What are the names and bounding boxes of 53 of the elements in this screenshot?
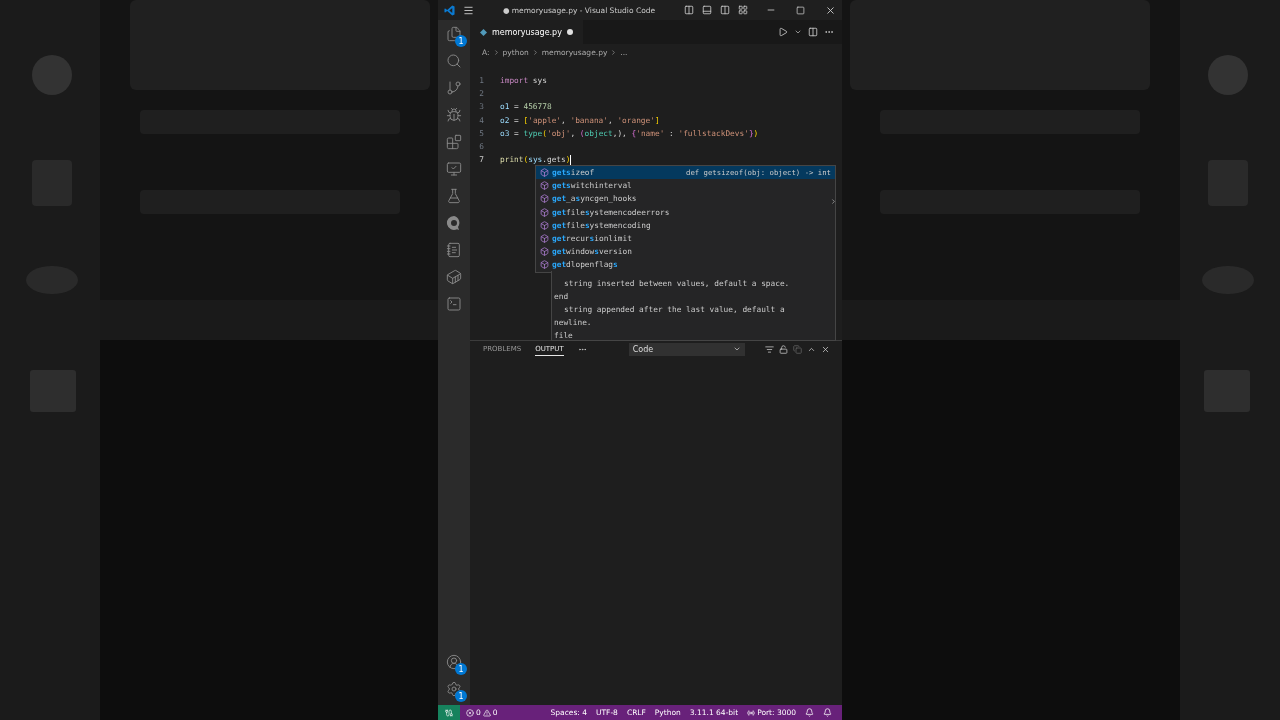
maximize-icon[interactable] [796, 5, 805, 15]
cube-icon [540, 181, 549, 191]
count-badge: 1 [455, 663, 467, 675]
close-icon[interactable] [820, 344, 830, 354]
editor-tab[interactable]: memoryusage.py [470, 20, 583, 44]
account-icon[interactable] [446, 654, 462, 670]
cube-icon [540, 207, 549, 217]
separator-icon [531, 48, 539, 56]
branch-icon[interactable] [446, 80, 462, 96]
error-icon [466, 708, 474, 717]
flask-icon[interactable] [446, 188, 462, 204]
separator-icon [492, 48, 500, 56]
cube-icon [540, 194, 549, 204]
layout-icon[interactable] [738, 5, 748, 15]
unsaved-dot [566, 29, 573, 35]
sidebar-layout-icon[interactable] [684, 5, 694, 15]
bug-icon[interactable] [446, 107, 462, 123]
menu-icon[interactable] [463, 4, 474, 16]
container-icon[interactable] [446, 269, 462, 285]
panel-layout-icon[interactable] [702, 5, 712, 15]
cube-icon [540, 220, 549, 230]
cube-icon [540, 168, 549, 178]
cube-icon [540, 234, 549, 244]
warning-icon [482, 708, 491, 717]
close-icon[interactable] [825, 4, 836, 16]
cube-icon [540, 260, 549, 270]
blocks-icon[interactable] [446, 134, 462, 150]
q-logo-icon[interactable] [446, 215, 462, 231]
app-logo-icon [444, 4, 455, 16]
count-badge: 1 [455, 35, 467, 47]
split-layout-icon[interactable] [720, 5, 730, 15]
broadcast-icon [747, 708, 756, 717]
split-editor-icon[interactable] [808, 27, 818, 37]
search-icon[interactable] [446, 53, 462, 69]
chevron-icon[interactable] [794, 28, 802, 36]
files-icon[interactable] [446, 26, 462, 42]
remote-indicator[interactable] [438, 705, 460, 720]
remote-icon [445, 708, 453, 717]
unlock-icon[interactable] [778, 344, 788, 354]
settings-icon[interactable] [446, 681, 462, 697]
chevron-down-icon [732, 345, 741, 353]
chevron-icon[interactable] [830, 198, 837, 205]
terminal-icon[interactable] [446, 296, 462, 312]
output-dropdown[interactable]: Code [628, 342, 745, 356]
count-badge: 1 [455, 690, 467, 702]
cube-icon [540, 247, 549, 257]
list-icon[interactable] [764, 344, 774, 354]
file-type-icon [480, 28, 487, 36]
monitor-icon[interactable] [446, 161, 462, 177]
run-icon[interactable] [778, 27, 788, 37]
notification-icon[interactable] [823, 708, 832, 717]
separator-icon [610, 48, 618, 56]
notebook-icon[interactable] [446, 242, 462, 258]
